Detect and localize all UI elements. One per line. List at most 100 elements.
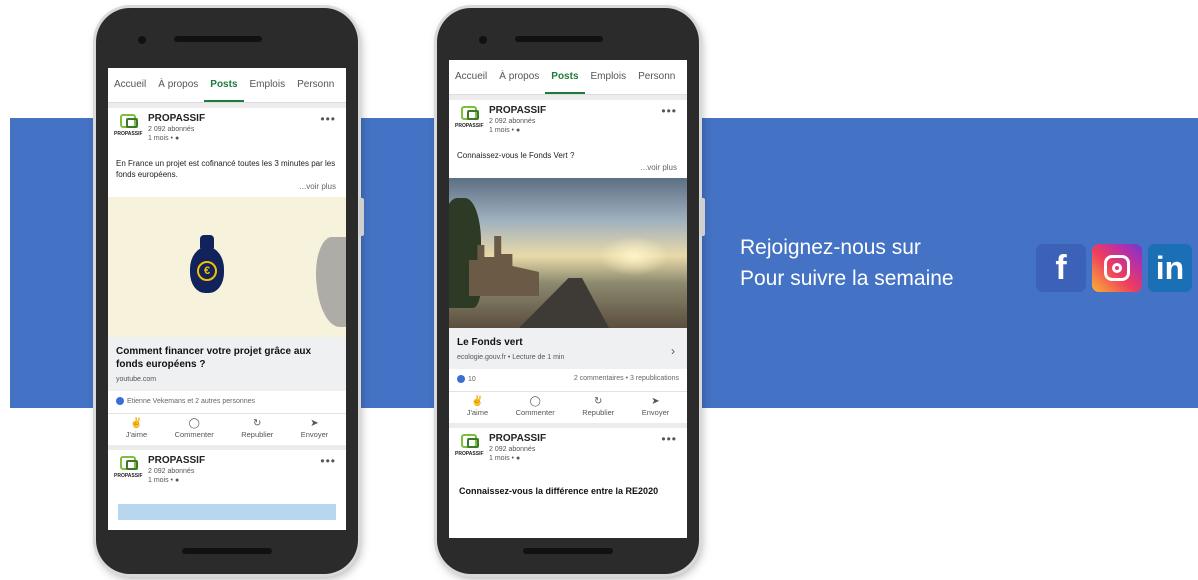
link-preview[interactable]: Comment financer votre projet grâce aux … — [108, 337, 346, 391]
phone-mockup-1: Accueil À propos Posts Emplois Personn P… — [96, 8, 364, 574]
repost-button[interactable]: ↻ Republier — [582, 396, 614, 417]
instagram-icon[interactable] — [1092, 244, 1142, 292]
side-button — [359, 198, 364, 236]
post-header: PROPASSIF PROPASSIF 2 092 abonnés 1 mois… — [449, 428, 687, 474]
like-button[interactable]: ✌ J'aime — [467, 396, 488, 417]
propassif-logo[interactable]: PROPASSIF — [114, 456, 144, 484]
like-button[interactable]: ✌ J'aime — [126, 418, 147, 439]
camera-icon — [479, 36, 487, 44]
org-name[interactable]: PROPASSIF — [489, 433, 546, 444]
europe-map — [316, 237, 346, 327]
phone-mockup-2: Accueil À propos Posts Emplois Personn P… — [437, 8, 705, 574]
camera-icon — [138, 36, 146, 44]
propassif-logo[interactable]: PROPASSIF — [455, 434, 485, 462]
comment-icon: ◯ — [188, 418, 200, 429]
post-card: PROPASSIF PROPASSIF 2 092 abonnés 1 mois… — [449, 428, 687, 538]
tab-accueil[interactable]: Accueil — [449, 60, 493, 94]
post-image-preview[interactable] — [118, 504, 336, 520]
like-reaction-icon — [457, 375, 465, 383]
action-bar: ✌ J'aime ◯ Commenter ↻ Republier ➤ Envoyer — [108, 413, 346, 445]
castle-illustration — [469, 236, 539, 296]
post-meta: 2 092 abonnés 1 mois • ● — [148, 125, 194, 143]
linkedin-icon[interactable]: in — [1148, 244, 1192, 292]
like-reaction-icon — [116, 397, 124, 405]
post-time: 1 mois • — [148, 477, 174, 484]
send-icon: ➤ — [310, 418, 319, 429]
propassif-logo[interactable]: PROPASSIF — [114, 114, 144, 142]
more-options-icon[interactable]: ••• — [661, 432, 677, 446]
tab-emplois[interactable]: Emplois — [585, 60, 633, 94]
tab-accueil[interactable]: Accueil — [108, 68, 152, 102]
tab-a-propos[interactable]: À propos — [493, 60, 545, 94]
action-bar: ✌ J'aime ◯ Commenter ↻ Republier ➤ Envoyer — [449, 391, 687, 423]
link-title: Comment financer votre projet grâce aux … — [116, 346, 312, 370]
more-options-icon[interactable]: ••• — [661, 104, 677, 118]
propassif-logo[interactable]: PROPASSIF — [455, 106, 485, 134]
link-source: ecologie.gouv.fr • Lecture de 1 min — [457, 354, 565, 361]
post-header: PROPASSIF PROPASSIF 2 092 abonnés 1 mois… — [449, 100, 687, 146]
reactions-row[interactable]: Etienne Vekemans et 2 autres personnes — [108, 391, 346, 413]
org-name[interactable]: PROPASSIF — [489, 105, 546, 116]
reactions-text: Etienne Vekemans et 2 autres personnes — [127, 397, 256, 405]
link-source: youtube.com — [116, 376, 157, 383]
post-teaser-text: Connaissez-vous la différence entre la R… — [459, 486, 659, 496]
tagline-line-1: Rejoignez-nous sur — [740, 236, 921, 259]
followers-count: 2 092 abonnés — [148, 126, 195, 133]
euro-icon: € — [197, 261, 217, 281]
more-options-icon[interactable]: ••• — [320, 112, 336, 126]
likes-count: 10 — [468, 375, 476, 383]
thumb-up-icon: ✌ — [130, 418, 143, 429]
followers-count: 2 092 abonnés — [148, 468, 195, 475]
chevron-right-icon: › — [671, 344, 675, 358]
post-card: PROPASSIF PROPASSIF 2 092 abonnés 1 mois… — [108, 450, 346, 530]
tab-bar: Accueil À propos Posts Emplois Personn — [108, 68, 346, 103]
post-card: PROPASSIF PROPASSIF 2 092 abonnés 1 mois… — [108, 108, 346, 445]
repost-icon: ↻ — [594, 396, 603, 407]
side-button — [700, 198, 705, 236]
facebook-icon[interactable]: f — [1036, 244, 1086, 292]
globe-icon: ● — [174, 135, 180, 142]
link-preview[interactable]: Le Fonds vert ecologie.gouv.fr • Lecture… — [449, 328, 687, 369]
post-card: PROPASSIF PROPASSIF 2 092 abonnés 1 mois… — [449, 100, 687, 423]
reactions-row[interactable]: 10 2 commentaires • 3 republications — [449, 369, 687, 391]
post-header: PROPASSIF PROPASSIF 2 092 abonnés 1 mois… — [108, 450, 346, 496]
org-name[interactable]: PROPASSIF — [148, 455, 205, 466]
voir-plus-link[interactable]: ...voir plus — [108, 182, 346, 197]
post-meta: 2 092 abonnés 1 mois • ● — [148, 467, 194, 485]
social-icons: f in — [1036, 244, 1192, 292]
send-button[interactable]: ➤ Envoyer — [642, 396, 670, 417]
tagline-line-2: Pour suivre la semaine — [740, 267, 954, 290]
tab-emplois[interactable]: Emplois — [244, 68, 292, 102]
post-image-eu-funds[interactable]: € — [108, 197, 346, 337]
comment-button[interactable]: ◯ Commenter — [516, 396, 555, 417]
post-image-castle-landscape[interactable] — [449, 178, 687, 328]
send-icon: ➤ — [651, 396, 660, 407]
tab-personnes[interactable]: Personn — [291, 68, 340, 102]
tab-posts[interactable]: Posts — [204, 68, 244, 102]
repost-button[interactable]: ↻ Republier — [241, 418, 273, 439]
tab-personnes[interactable]: Personn — [632, 60, 681, 94]
banner-tagline: Rejoignez-nous sur Pour suivre la semain… — [740, 232, 954, 294]
tab-a-propos[interactable]: À propos — [152, 68, 204, 102]
voir-plus-link[interactable]: ...voir plus — [449, 163, 687, 178]
engagement-stats[interactable]: 2 commentaires • 3 republications — [574, 375, 679, 382]
post-text: Connaissez-vous le Fonds Vert ? — [457, 151, 575, 160]
post-meta: 2 092 abonnés 1 mois • ● — [489, 117, 535, 135]
send-button[interactable]: ➤ Envoyer — [301, 418, 329, 439]
phone-screen-1: Accueil À propos Posts Emplois Personn P… — [108, 68, 346, 530]
link-title: Le Fonds vert — [457, 337, 523, 348]
comment-button[interactable]: ◯ Commenter — [175, 418, 214, 439]
speaker-grille — [515, 36, 603, 42]
post-time: 1 mois • — [489, 127, 515, 134]
more-options-icon[interactable]: ••• — [320, 454, 336, 468]
followers-count: 2 092 abonnés — [489, 118, 536, 125]
globe-icon: ● — [515, 455, 521, 462]
post-time: 1 mois • — [489, 455, 515, 462]
globe-icon: ● — [515, 127, 521, 134]
phone-screen-2: Accueil À propos Posts Emplois Personn P… — [449, 60, 687, 538]
post-time: 1 mois • — [148, 135, 174, 142]
org-name[interactable]: PROPASSIF — [148, 113, 205, 124]
speaker-grille — [174, 36, 262, 42]
home-bar — [523, 548, 613, 554]
tab-posts[interactable]: Posts — [545, 60, 585, 94]
